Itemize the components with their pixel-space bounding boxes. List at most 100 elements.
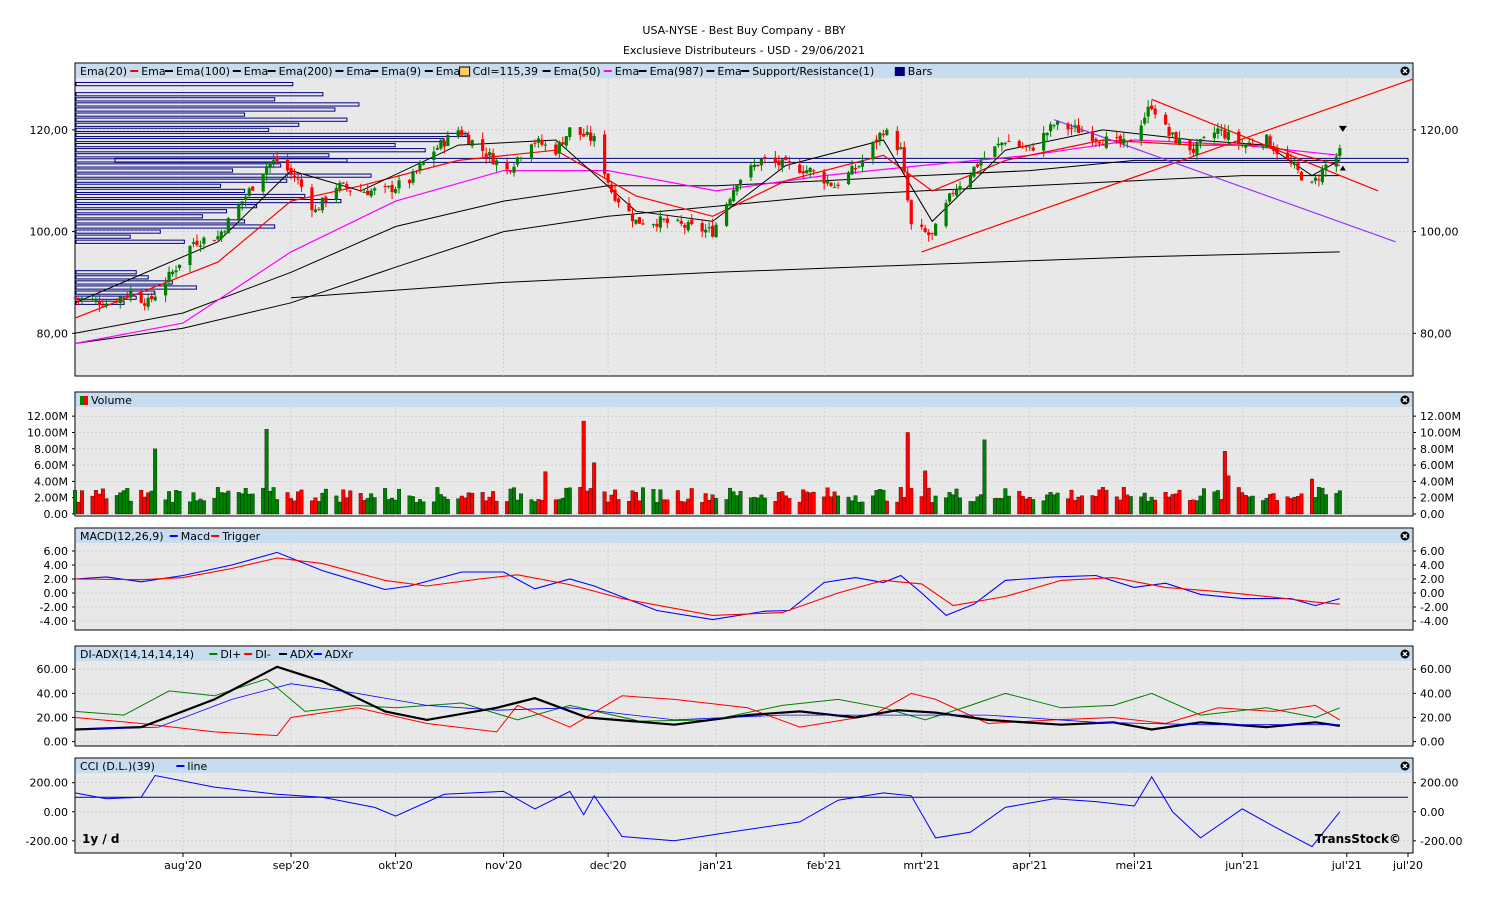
adx-panel-header [76,647,1412,661]
volume-bar [857,501,861,515]
xtick-label: dec'20 [590,859,627,872]
volume-bar [1069,489,1074,515]
volume-bar [240,493,245,515]
price-ytick-label-right: 120,00 [1420,124,1459,137]
cci-ytick-label-left: -200.00 [26,835,68,848]
candle-body [195,240,199,246]
volume-bar [567,487,572,515]
candle-body [407,179,412,184]
candle-body [268,163,272,167]
volume-bar [978,494,983,515]
candle-body [1146,106,1150,117]
xtick-label: mei'21 [1115,859,1153,872]
candle-body [700,223,704,232]
candle-body [759,158,764,166]
volume-bar [100,488,105,515]
candle-body [150,295,154,300]
volume-bar [128,500,133,515]
candle-body [76,297,81,299]
volume-bar [637,500,642,515]
volume-bar [951,494,956,515]
volume-bar [553,499,558,515]
volume-bar [881,489,886,515]
candle-body [773,157,777,163]
candle-body [1164,114,1168,125]
adx-ytick-label-left: 60.00 [37,663,69,676]
candle-body [822,171,826,184]
candle-body [484,153,488,157]
volume-bar [1093,496,1098,515]
candle-body [927,232,931,236]
candle-body [1055,121,1060,125]
candle-body [630,213,635,222]
volume-bar [222,492,227,515]
volume-bar [250,493,255,515]
candle-body [1101,144,1105,146]
volume-bar [759,494,764,515]
candle-body [787,161,791,163]
cci-panel-header [76,759,1412,773]
adx-legend-item: DI-ADX(14,14,14,14) [80,648,194,661]
volume-bar [811,491,816,515]
volume-ytick-label-left: 8.00M [34,443,68,456]
volume-bar [850,500,854,515]
xtick-label: jun'21 [1224,859,1259,872]
volume-bar [1073,500,1077,515]
volume-bar [930,502,935,515]
candle-body [237,204,241,221]
price-legend-item: Support/Resistance(1) [752,65,874,78]
volume-bar [592,462,597,515]
candle-body [470,140,474,147]
candle-body [212,240,216,242]
volume-bar [118,492,123,515]
volume-bar [1041,500,1046,515]
volume-bar [689,488,694,515]
candle-body [495,160,499,165]
volume-bar [236,492,241,515]
volume-bar [735,495,739,515]
candle-body [1296,162,1300,171]
volume-bar [630,490,635,515]
volume-bar [651,489,656,515]
xtick-label: mrt'21 [903,859,940,872]
volume-bar [1048,492,1053,515]
volume-bar [494,500,499,515]
volume-bar [654,502,659,515]
candle-body [463,134,467,136]
candle-body [895,130,899,151]
volume-bar [606,501,611,515]
candle-body [1069,127,1074,129]
volume-bar [125,488,130,515]
candle-body [609,184,614,193]
candle-body [115,301,119,303]
volume-bar [947,492,952,515]
candle-legend-swatch [459,66,471,77]
volume-ytick-label-left: 6.00M [34,459,68,472]
volume-bar [588,488,593,515]
candle-body [564,136,568,146]
adx-ytick-label-right: 60.00 [1420,663,1452,676]
candle-body [627,203,631,212]
xtick-label: jul'21 [1331,859,1362,872]
candle-body [690,219,694,225]
volume-bar [418,499,422,515]
candle-body [686,222,690,231]
volume-bar [874,490,879,515]
candle-body [393,189,398,193]
candle-body [1334,156,1338,167]
adx-ytick-label-right: 20.00 [1420,711,1452,724]
cci-ytick-label-left: 200.00 [30,777,69,790]
candle-body [1007,141,1011,143]
volume-bar [505,501,510,515]
candle-body [362,191,366,193]
volume-bar [724,499,729,515]
candle-body [317,209,321,211]
volume-bar [456,498,461,515]
volume-bar [895,501,900,515]
volume-bar [1222,451,1227,515]
adx-ytick-label-right: 40.00 [1420,687,1452,700]
candle-body [982,157,987,159]
volume-bar [1198,495,1203,515]
volume-bar [975,496,980,515]
volume-bar [1310,478,1314,515]
